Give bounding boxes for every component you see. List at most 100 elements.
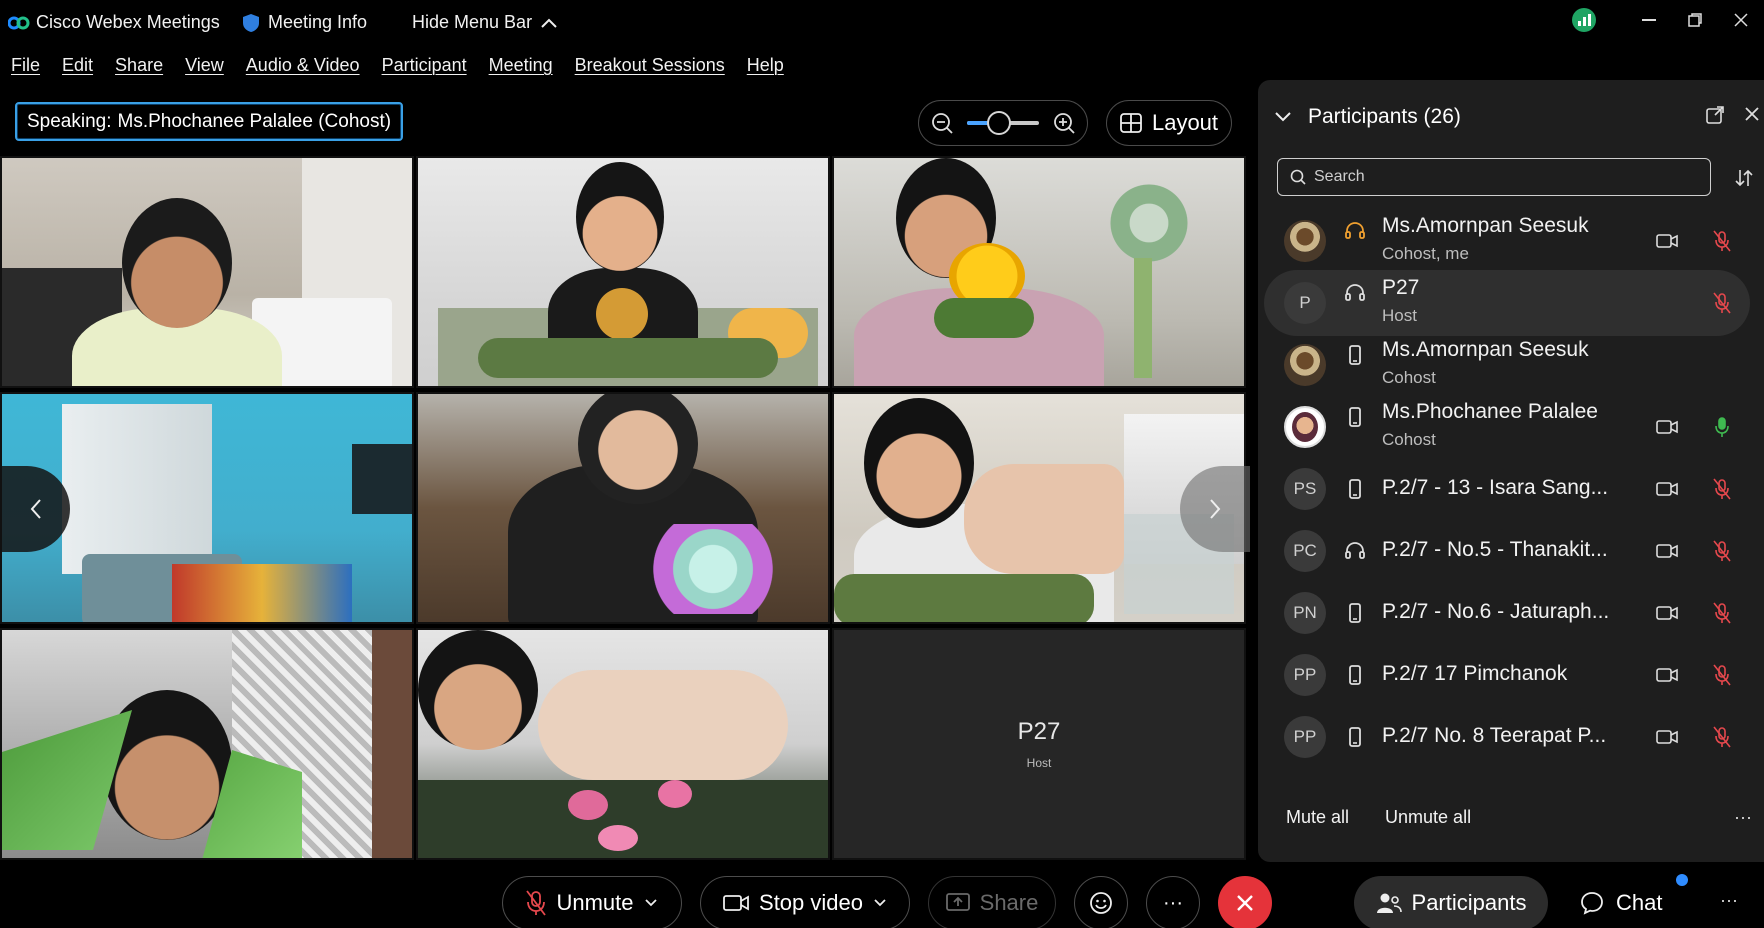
smiley-icon [1090, 892, 1112, 914]
phone-device-icon [1349, 345, 1361, 365]
participant-search-input[interactable] [1314, 168, 1674, 186]
headset-icon [1345, 542, 1365, 559]
stop-video-button[interactable]: Stop video [700, 876, 910, 928]
mic-muted-icon[interactable] [1712, 478, 1732, 500]
participant-row[interactable]: PN P.2/7 - No.6 - Jaturaph... [1264, 580, 1750, 646]
avatar-initials: PN [1284, 592, 1326, 634]
participant-name: Ms.Phochanee Palalee [1382, 400, 1598, 423]
end-meeting-button[interactable] [1218, 876, 1272, 928]
participants-title: Participants (26) [1308, 105, 1461, 128]
zoom-out-icon[interactable] [931, 112, 953, 134]
video-camera-icon [1656, 482, 1678, 496]
chevron-down-icon[interactable] [644, 898, 658, 908]
menu-view[interactable]: View [185, 55, 224, 76]
participant-row[interactable]: PC P.2/7 - No.5 - Thanakit... [1264, 518, 1750, 584]
people-icon [1376, 893, 1402, 913]
participant-role: Cohost, me [1382, 244, 1469, 263]
app-title-text: Cisco Webex Meetings [36, 12, 220, 32]
search-icon [1290, 169, 1306, 185]
participant-row[interactable]: Ms.Phochanee Palalee Cohost [1264, 394, 1750, 460]
zoom-in-icon[interactable] [1053, 112, 1075, 134]
sort-icon[interactable] [1734, 168, 1754, 188]
video-tile[interactable] [416, 156, 830, 388]
video-camera-icon [1656, 544, 1678, 558]
meeting-info-button[interactable]: Meeting Info [242, 12, 367, 33]
phone-device-icon [1349, 603, 1361, 623]
more-ellipsis-icon[interactable]: ··· [1720, 890, 1738, 911]
menu-share[interactable]: Share [115, 55, 163, 76]
video-tile[interactable] [416, 392, 830, 624]
video-zoom-control [918, 100, 1088, 146]
mic-muted-icon[interactable] [1712, 292, 1732, 314]
phone-device-icon [1349, 727, 1361, 747]
video-tile[interactable] [416, 628, 830, 860]
video-tile[interactable] [832, 156, 1246, 388]
video-grid: P27 Host [0, 156, 1252, 862]
hide-menu-bar-button[interactable]: Hide Menu Bar [412, 12, 558, 33]
meeting-info-label: Meeting Info [268, 12, 368, 32]
close-panel-icon[interactable] [1744, 106, 1760, 122]
unmute-all-button[interactable]: Unmute all [1385, 807, 1471, 828]
menu-edit[interactable]: Edit [62, 55, 93, 76]
close-window-button[interactable] [1718, 0, 1764, 40]
mic-muted-icon[interactable] [1712, 664, 1732, 686]
chat-button[interactable]: Chat [1580, 876, 1662, 928]
mute-all-button[interactable]: Mute all [1286, 807, 1349, 828]
menu-help[interactable]: Help [747, 55, 784, 76]
participant-search-box[interactable] [1277, 158, 1711, 196]
phone-device-icon [1349, 407, 1361, 427]
participants-panel-header: Participants (26) [1274, 102, 1764, 132]
minimize-button[interactable] [1626, 0, 1672, 40]
video-camera-icon [1656, 420, 1678, 434]
mic-muted-icon[interactable] [1712, 726, 1732, 748]
more-options-icon[interactable]: ··· [1734, 807, 1752, 828]
webex-logo-icon [8, 16, 30, 29]
app-title: Cisco Webex Meetings [8, 12, 220, 33]
phone-device-icon [1349, 665, 1361, 685]
share-screen-icon [945, 893, 970, 911]
menu-meeting[interactable]: Meeting [489, 55, 553, 76]
menu-participant[interactable]: Participant [382, 55, 467, 76]
close-icon [1237, 895, 1253, 911]
menu-audio-video[interactable]: Audio & Video [246, 55, 360, 76]
avatar-initials: P [1284, 282, 1326, 324]
more-options-button[interactable]: ··· [1146, 876, 1200, 928]
participant-row[interactable]: Ms.Amornpan Seesuk Cohost [1264, 332, 1750, 398]
mic-muted-icon[interactable] [1712, 602, 1732, 624]
participant-row[interactable]: PP P.2/7 No. 8 Teerapat P... [1264, 704, 1750, 770]
menu-file[interactable]: File [11, 55, 40, 76]
participant-name: P.2/7 - 13 - Isara Sang... [1382, 476, 1609, 499]
zoom-slider-handle[interactable] [987, 111, 1012, 135]
participant-name: Ms.Amornpan Seesuk [1382, 338, 1589, 361]
meeting-control-bar: Unmute Stop video Share ··· Participants… [0, 868, 1764, 928]
unmute-button[interactable]: Unmute [502, 876, 682, 928]
name-only-tile[interactable]: P27 Host [832, 628, 1246, 860]
avatar-initials: PP [1284, 654, 1326, 696]
video-camera-icon [1656, 668, 1678, 682]
mic-muted-icon[interactable] [1712, 230, 1732, 252]
reactions-button[interactable] [1074, 876, 1128, 928]
zoom-slider[interactable] [967, 111, 1039, 135]
participant-row[interactable]: P P27 Host [1264, 270, 1750, 336]
avatar-photo [1284, 406, 1326, 448]
chat-label: Chat [1616, 890, 1663, 915]
participant-row[interactable]: PS P.2/7 - 13 - Isara Sang... [1264, 456, 1750, 522]
video-tile[interactable] [0, 156, 414, 388]
participant-row[interactable]: Ms.Amornpan Seesuk Cohost, me [1264, 208, 1750, 274]
mic-muted-icon[interactable] [1712, 540, 1732, 562]
network-signal-icon[interactable] [1572, 8, 1596, 32]
participant-name: P.2/7 No. 8 Teerapat P... [1382, 724, 1607, 747]
pop-out-icon[interactable] [1706, 106, 1724, 124]
layout-button[interactable]: Layout [1106, 100, 1232, 146]
participants-button[interactable]: Participants [1354, 876, 1548, 928]
chevron-down-icon[interactable] [873, 898, 887, 908]
collapse-chevron-icon[interactable] [1274, 111, 1292, 123]
speaking-label: Speaking: [27, 110, 112, 132]
mic-active-icon[interactable] [1712, 416, 1732, 438]
video-tile[interactable] [0, 628, 414, 860]
participant-row[interactable]: PP P.2/7 17 Pimchanok [1264, 642, 1750, 708]
menu-breakout-sessions[interactable]: Breakout Sessions [575, 55, 725, 76]
video-camera-icon [723, 895, 749, 911]
restore-button[interactable] [1672, 0, 1718, 40]
share-button[interactable]: Share [928, 876, 1056, 928]
